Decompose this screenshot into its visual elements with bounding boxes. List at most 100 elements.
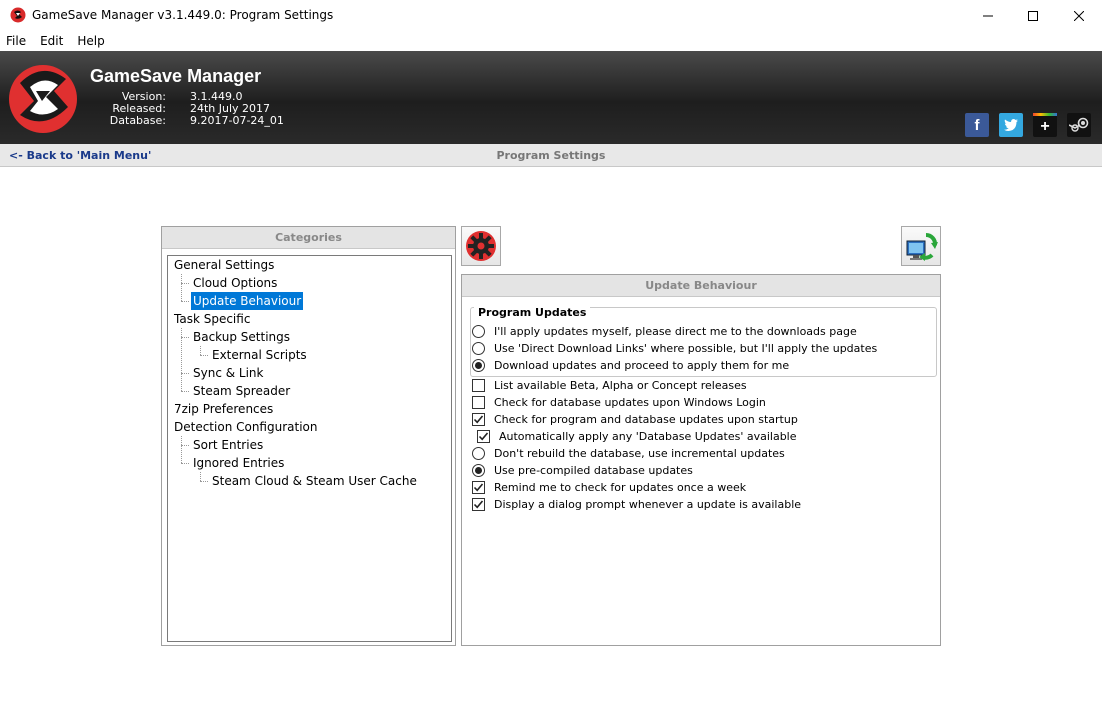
option-manual-update-label: I'll apply updates myself, please direct… <box>494 325 857 338</box>
tree-connector <box>181 391 189 392</box>
menu-help[interactable]: Help <box>70 31 111 51</box>
network-refresh-icon <box>906 232 938 261</box>
tree-connector <box>200 355 208 356</box>
menu-file[interactable]: File <box>0 31 33 51</box>
option-direct-download[interactable]: Use 'Direct Download Links' where possib… <box>472 340 877 357</box>
option-startup-check-label: Check for program and database updates u… <box>494 413 798 426</box>
minimize-icon <box>983 15 993 16</box>
twitter-icon[interactable] <box>999 113 1023 137</box>
checkmark-icon <box>473 483 484 492</box>
tree-connector <box>181 373 189 374</box>
option-manual-update[interactable]: I'll apply updates myself, please direct… <box>472 323 857 340</box>
tree-connector <box>181 463 189 464</box>
option-direct-download-label: Use 'Direct Download Links' where possib… <box>494 342 878 355</box>
tree-item-backup-settings[interactable]: Backup Settings <box>191 328 292 346</box>
categories-header: Categories <box>162 227 455 249</box>
tree-connector <box>181 283 189 284</box>
tree-item-sort-entries[interactable]: Sort Entries <box>191 436 265 454</box>
gear-icon <box>466 231 496 261</box>
update-behaviour-panel: Update Behaviour Program Updates I'll ap… <box>461 274 941 646</box>
title-bar: GameSave Manager v3.1.449.0: Program Set… <box>0 0 1102 31</box>
option-precompiled-updates-label: Use pre-compiled database updates <box>494 464 693 477</box>
tree-item-external-scripts[interactable]: External Scripts <box>210 346 309 364</box>
app-name: GameSave Manager <box>90 66 262 86</box>
back-to-main-menu-link[interactable]: <- Back to 'Main Menu' <box>9 149 151 162</box>
tree-connector <box>181 301 189 302</box>
menu-bar: File Edit Help <box>0 31 1102 51</box>
option-windows-login-check[interactable]: Check for database updates upon Windows … <box>472 394 766 411</box>
option-windows-login-check-checkbox[interactable] <box>472 396 485 409</box>
option-beta-releases-checkbox[interactable] <box>472 379 485 392</box>
checkmark-icon <box>473 500 484 509</box>
option-auto-apply[interactable]: Download updates and proceed to apply th… <box>472 357 789 374</box>
option-auto-apply-label: Download updates and proceed to apply th… <box>494 359 790 372</box>
option-weekly-reminder-label: Remind me to check for updates once a we… <box>494 481 747 494</box>
program-updates-group-title: Program Updates <box>474 306 591 319</box>
window-title: GameSave Manager v3.1.449.0: Program Set… <box>32 8 334 22</box>
tree-connector <box>200 346 201 355</box>
tree-connector <box>181 337 189 338</box>
google-plus-icon[interactable]: + <box>1033 113 1057 137</box>
tree-connector <box>181 445 189 446</box>
menu-edit[interactable]: Edit <box>33 31 70 51</box>
maximize-icon <box>1028 10 1038 21</box>
tree-connector <box>181 436 182 463</box>
check-updates-button[interactable] <box>901 226 941 266</box>
tree-item-detection-configuration[interactable]: Detection Configuration <box>172 418 320 436</box>
option-incremental-updates-radio[interactable] <box>472 447 485 460</box>
tree-item-7zip-preferences[interactable]: 7zip Preferences <box>172 400 275 418</box>
option-incremental-updates[interactable]: Don't rebuild the database, use incremen… <box>472 445 785 462</box>
app-icon <box>10 7 26 23</box>
option-startup-check-checkbox[interactable] <box>472 413 485 426</box>
option-dialog-prompt[interactable]: Display a dialog prompt whenever a updat… <box>472 496 801 513</box>
tree-item-ignored-entries[interactable]: Ignored Entries <box>191 454 286 472</box>
tree-connector <box>200 472 201 481</box>
settings-gear-button[interactable] <box>461 226 501 266</box>
option-precompiled-updates-radio[interactable] <box>472 464 485 477</box>
steam-icon[interactable] <box>1067 113 1091 137</box>
option-startup-check[interactable]: Check for program and database updates u… <box>472 411 798 428</box>
option-manual-update-radio[interactable] <box>472 325 485 338</box>
database-value: 9.2017-07-24_01 <box>190 114 284 127</box>
option-beta-releases[interactable]: List available Beta, Alpha or Concept re… <box>472 377 747 394</box>
option-windows-login-check-label: Check for database updates upon Windows … <box>494 396 766 409</box>
option-auto-db-updates[interactable]: Automatically apply any 'Database Update… <box>477 428 797 445</box>
tree-connector <box>181 274 182 301</box>
tree-item-steam-spreader[interactable]: Steam Spreader <box>191 382 292 400</box>
tree-item-task-specific[interactable]: Task Specific <box>172 310 252 328</box>
option-dialog-prompt-label: Display a dialog prompt whenever a updat… <box>494 498 802 511</box>
option-beta-releases-label: List available Beta, Alpha or Concept re… <box>494 379 747 392</box>
tree-item-update-behaviour[interactable]: Update Behaviour <box>191 292 304 310</box>
checkmark-icon <box>478 432 489 441</box>
option-direct-download-radio[interactable] <box>472 342 485 355</box>
option-auto-apply-radio[interactable] <box>472 359 485 372</box>
option-weekly-reminder[interactable]: Remind me to check for updates once a we… <box>472 479 746 496</box>
categories-panel: Categories General Settings Cloud Option… <box>161 226 456 646</box>
app-logo <box>9 65 77 133</box>
checkmark-icon <box>473 415 484 424</box>
update-behaviour-header: Update Behaviour <box>462 275 940 297</box>
database-label: Database: <box>109 114 166 127</box>
twitter-bird-icon <box>1004 119 1018 131</box>
option-precompiled-updates[interactable]: Use pre-compiled database updates <box>472 462 693 479</box>
option-incremental-updates-label: Don't rebuild the database, use incremen… <box>494 447 785 460</box>
close-button[interactable] <box>1056 0 1102 31</box>
categories-tree[interactable]: General Settings Cloud Options Update Be… <box>167 255 452 642</box>
page-title: Program Settings <box>496 149 606 162</box>
option-auto-db-updates-checkbox[interactable] <box>477 430 490 443</box>
maximize-button[interactable] <box>1010 0 1056 31</box>
close-icon <box>1074 10 1084 21</box>
option-dialog-prompt-checkbox[interactable] <box>472 498 485 511</box>
tree-item-general-settings[interactable]: General Settings <box>172 256 276 274</box>
tree-item-sync-link[interactable]: Sync & Link <box>191 364 265 382</box>
option-weekly-reminder-checkbox[interactable] <box>472 481 485 494</box>
facebook-icon[interactable]: f <box>965 113 989 137</box>
minimize-button[interactable] <box>965 0 1011 31</box>
info-values: 3.1.449.0 24th July 2017 9.2017-07-24_01 <box>190 91 284 127</box>
steam-logo-icon <box>1069 117 1089 132</box>
info-labels: Version: Released: Database: <box>96 91 166 127</box>
tree-item-cloud-options[interactable]: Cloud Options <box>191 274 279 292</box>
header-banner: GameSave Manager Version: Released: Data… <box>0 51 1102 144</box>
tree-item-steam-cloud-user-cache[interactable]: Steam Cloud & Steam User Cache <box>210 472 419 490</box>
nav-bar: Program Settings <- Back to 'Main Menu' <box>0 144 1102 167</box>
